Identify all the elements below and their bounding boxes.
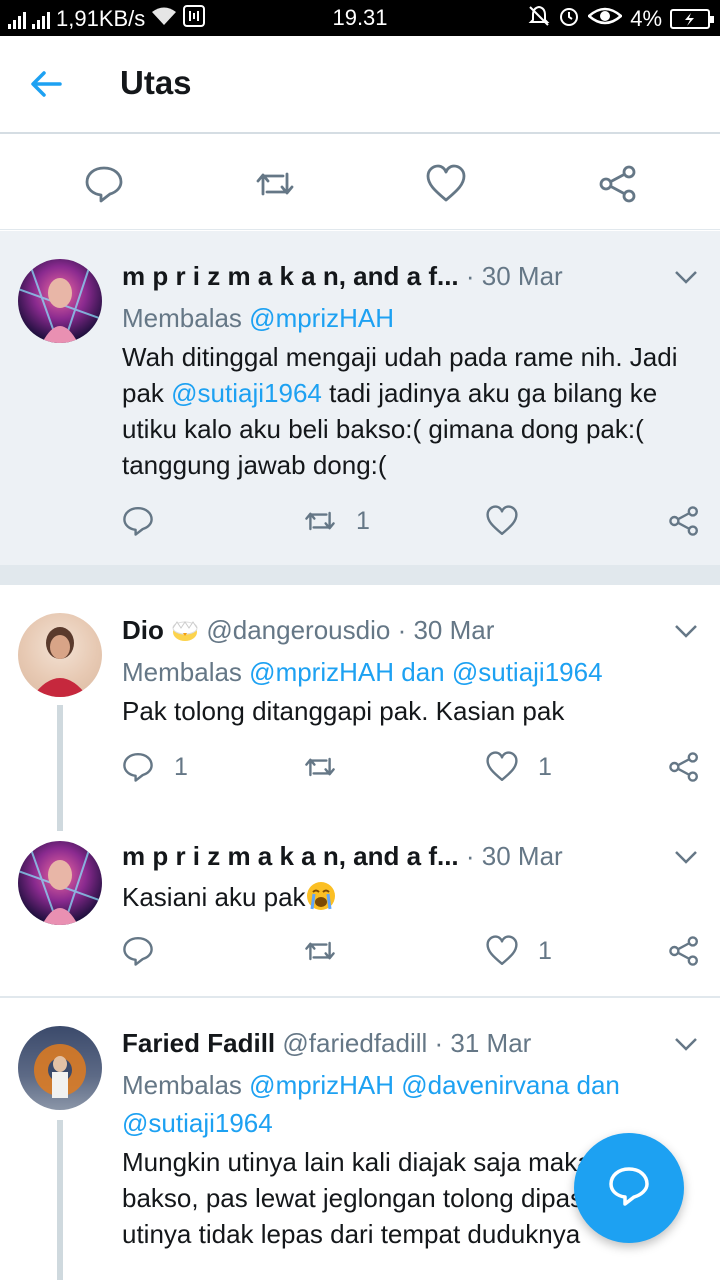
heart-icon[interactable] xyxy=(486,505,518,537)
share-icon[interactable] xyxy=(668,505,700,537)
status-bar: 1,91KB/s 19.31 4% xyxy=(0,0,720,36)
tweet-text: Kasiani aku pak xyxy=(122,879,682,915)
display-name[interactable]: Faried Fadill xyxy=(122,1028,275,1058)
mention-link[interactable]: @mprizHAH dan @sutiaji1964 xyxy=(249,657,602,687)
back-arrow-icon[interactable] xyxy=(26,64,66,104)
reply-context: Membalas @mprizHAH @davenirvana dan @sut… xyxy=(122,1070,620,1138)
display-name[interactable]: Dio xyxy=(122,615,164,645)
heart-icon[interactable] xyxy=(426,164,466,204)
chevron-down-icon[interactable] xyxy=(672,843,700,871)
like-count: 1 xyxy=(538,753,552,781)
retweet-icon[interactable] xyxy=(304,751,336,783)
tweet[interactable]: Dio @dangerousdio · 30 Mar Membalas @mpr… xyxy=(0,585,720,821)
compose-reply-button[interactable] xyxy=(574,1133,684,1243)
reply-icon[interactable] xyxy=(122,751,154,783)
mute-icon xyxy=(528,5,550,33)
tweet-text: Wah ditinggal mengaji udah pada rame nih… xyxy=(122,342,678,480)
share-icon[interactable] xyxy=(598,164,638,204)
tweet-date: · 30 Mar xyxy=(465,841,563,871)
avatar[interactable] xyxy=(18,1026,102,1110)
share-icon[interactable] xyxy=(668,751,700,783)
thread-line xyxy=(57,1120,63,1280)
chevron-down-icon[interactable] xyxy=(672,263,700,291)
tweet-date: · 31 Mar xyxy=(434,1028,532,1058)
alarm-icon xyxy=(558,5,580,33)
action-bar xyxy=(0,136,720,230)
section-separator xyxy=(0,565,720,585)
heart-icon[interactable] xyxy=(486,935,518,967)
user-handle[interactable]: @dangerousdio xyxy=(206,615,390,645)
display-name[interactable]: m p r i z m a k a n, and a f... xyxy=(122,261,459,291)
battery-percent: 4% xyxy=(630,6,662,31)
reply-context: Membalas @mprizHAH xyxy=(122,303,395,333)
avatar[interactable] xyxy=(18,613,102,697)
tweet-date: · 30 Mar xyxy=(465,261,563,291)
mention-link[interactable]: @mprizHAH xyxy=(249,303,394,333)
tweet-date: · 30 Mar xyxy=(397,615,495,645)
thread-line xyxy=(57,705,63,831)
tweet-actions: 1 xyxy=(0,505,720,545)
tweet-actions: 1 1 xyxy=(0,751,720,791)
reply-count: 1 xyxy=(174,753,188,781)
tweet-focused[interactable]: m p r i z m a k a n, and a f... · 30 Mar… xyxy=(0,231,720,565)
chick-emoji-icon xyxy=(171,615,199,645)
share-icon[interactable] xyxy=(668,935,700,967)
reply-icon[interactable] xyxy=(122,505,154,537)
retweet-icon[interactable] xyxy=(255,164,295,204)
reply-icon[interactable] xyxy=(122,935,154,967)
mention-link[interactable]: @sutiaji1964 xyxy=(122,1108,273,1138)
chevron-down-icon[interactable] xyxy=(672,617,700,645)
retweet-count: 1 xyxy=(356,507,370,535)
chevron-down-icon[interactable] xyxy=(672,1030,700,1058)
reply-icon[interactable] xyxy=(84,164,124,204)
eye-icon xyxy=(587,6,624,32)
tweet-text: Pak tolong ditanggapi pak. Kasian pak xyxy=(122,696,565,726)
avatar[interactable] xyxy=(18,841,102,925)
mention-link[interactable]: @sutiaji1964 xyxy=(171,378,322,408)
retweet-icon[interactable] xyxy=(304,505,336,537)
page-title: Utas xyxy=(120,64,192,101)
reply-context: Membalas @mprizHAH dan @sutiaji1964 xyxy=(122,657,603,687)
tweet[interactable]: m p r i z m a k a n, and a f... · 30 Mar… xyxy=(0,825,720,997)
avatar[interactable] xyxy=(18,259,102,343)
tweet-actions: 1 xyxy=(0,935,720,975)
user-handle[interactable]: @fariedfadill xyxy=(282,1028,427,1058)
retweet-icon[interactable] xyxy=(304,935,336,967)
app-bar: Utas xyxy=(0,36,720,134)
heart-icon[interactable] xyxy=(486,751,518,783)
battery-icon xyxy=(670,9,714,29)
display-name[interactable]: m p r i z m a k a n, and a f... xyxy=(122,841,459,871)
mention-link[interactable]: @mprizHAH @davenirvana dan xyxy=(249,1070,620,1100)
like-count: 1 xyxy=(538,937,552,965)
crying-emoji-icon xyxy=(306,882,336,912)
reply-icon xyxy=(609,1167,649,1206)
